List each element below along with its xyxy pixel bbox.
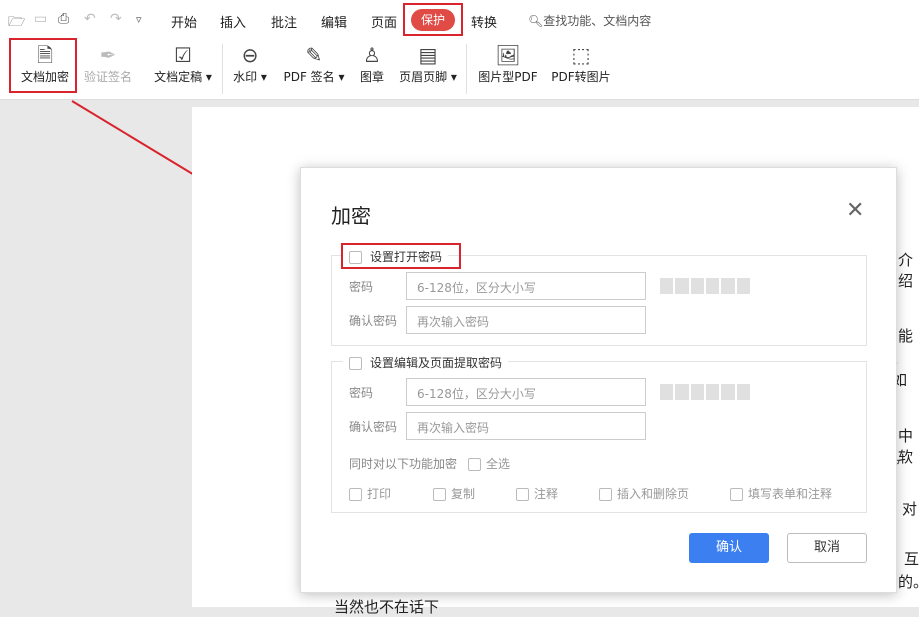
option-annotate-checkbox[interactable]: 注释: [516, 485, 558, 502]
option-print-checkbox[interactable]: 打印: [349, 485, 391, 502]
open-password-confirm-input[interactable]: 再次输入密码: [406, 306, 646, 334]
dialog-title: 加密: [331, 204, 371, 228]
password-strength-meter: [660, 384, 750, 400]
highlight-box: [341, 243, 461, 269]
edit-password-checkbox[interactable]: 设置编辑及页面提取密码: [343, 354, 509, 371]
open-password-input[interactable]: 6-128位，区分大小写: [406, 272, 646, 300]
option-copy-checkbox[interactable]: 复制: [433, 485, 475, 502]
select-all-checkbox[interactable]: 全选: [468, 455, 510, 472]
cancel-button[interactable]: 取消: [787, 533, 867, 563]
password-strength-meter: [660, 278, 750, 294]
encrypt-dialog: 加密 ✕ 设置打开密码 密码 6-128位，区分大小写 确认密码 再次输入密码 …: [300, 167, 897, 593]
option-fill-form-checkbox[interactable]: 填写表单和注释: [730, 485, 832, 502]
close-icon[interactable]: ✕: [846, 198, 864, 223]
confirm-button[interactable]: 确认: [689, 533, 769, 563]
edit-password-input[interactable]: 6-128位，区分大小写: [406, 378, 646, 406]
edit-password-confirm-input[interactable]: 再次输入密码: [406, 412, 646, 440]
option-insert-delete-checkbox[interactable]: 插入和删除页: [599, 485, 689, 502]
